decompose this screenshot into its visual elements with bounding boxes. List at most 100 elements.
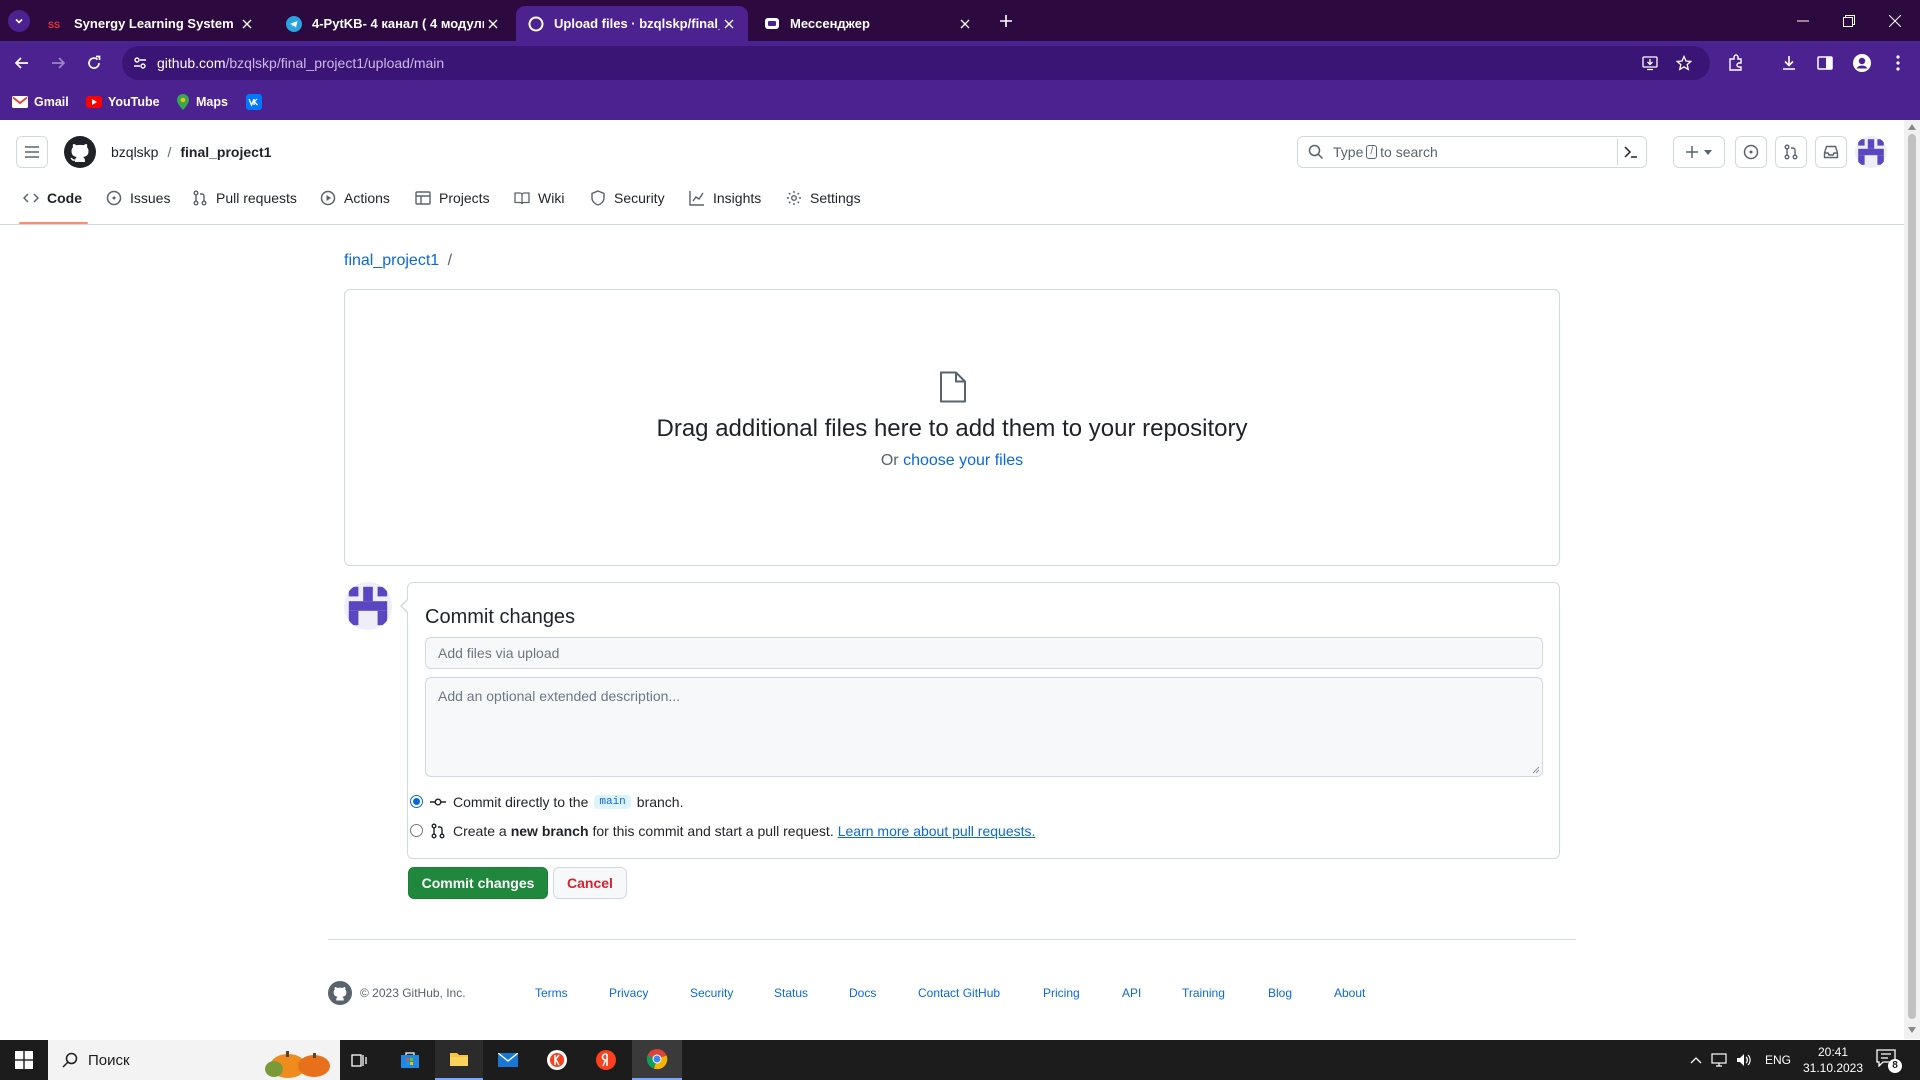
browser-tab[interactable]: Мессенджер	[752, 6, 984, 41]
browser-menu-button[interactable]	[1882, 47, 1914, 79]
tab-code[interactable]: Code	[23, 182, 82, 214]
commit-direct-radio[interactable]	[410, 795, 423, 808]
footer-link-blog[interactable]: Blog	[1268, 986, 1292, 1000]
taskbar-mail[interactable]	[484, 1040, 532, 1080]
tab-wiki[interactable]: Wiki	[514, 182, 564, 214]
bookmark-vk[interactable]	[246, 92, 262, 112]
commit-changes-button[interactable]: Commit changes	[408, 867, 548, 899]
choose-files-link[interactable]: choose your files	[903, 452, 1023, 469]
browser-tab[interactable]: 4-PytKB- 4 канал ( 4 модуль)	[274, 6, 512, 41]
tab-label: Actions	[344, 190, 390, 206]
github-logo[interactable]	[64, 136, 96, 168]
footer-link-pricing[interactable]: Pricing	[1043, 986, 1080, 1000]
scrollbar-thumb[interactable]	[1908, 134, 1916, 1019]
search-input[interactable]: Type / to search	[1297, 136, 1647, 168]
tab-issues[interactable]: Issues	[106, 182, 170, 214]
extensions-button[interactable]	[1720, 47, 1752, 79]
bookmark-maps[interactable]: Maps	[176, 92, 228, 112]
footer-link-status[interactable]: Status	[774, 986, 808, 1000]
notification-count: 8	[1888, 1059, 1902, 1073]
drop-zone-title: Drag additional files here to add them t…	[656, 415, 1248, 442]
site-info-icon[interactable]	[132, 55, 148, 71]
restore-button[interactable]	[1826, 0, 1872, 41]
taskbar-search[interactable]: Поиск	[48, 1040, 340, 1080]
user-avatar[interactable]	[1855, 136, 1887, 168]
git-pull-request-icon	[193, 190, 207, 206]
taskbar-yandex-browser[interactable]	[533, 1040, 581, 1080]
footer-link-docs[interactable]: Docs	[849, 986, 876, 1000]
mail-icon	[498, 1053, 518, 1067]
chevron-up-icon[interactable]	[1690, 1056, 1702, 1064]
github-logo-icon	[328, 981, 352, 1005]
minimize-button[interactable]	[1780, 0, 1826, 41]
commit-description-textarea[interactable]: Add an optional extended description...	[425, 677, 1543, 777]
page-scrollbar[interactable]	[1904, 120, 1920, 1039]
browser-tab[interactable]: SS Synergy Learning System	[36, 6, 266, 41]
taskbar-chrome[interactable]	[632, 1040, 682, 1080]
footer-github-logo[interactable]	[328, 981, 352, 1005]
footer-link-privacy[interactable]: Privacy	[609, 986, 648, 1000]
tab-title: Upload files · bzqlskp/final_pro	[554, 16, 720, 31]
breadcrumb-repo-link[interactable]: final_project1	[344, 252, 439, 269]
command-palette-icon[interactable]	[1624, 145, 1638, 159]
tab-search-button[interactable]	[8, 10, 30, 32]
side-panel-button[interactable]	[1809, 47, 1841, 79]
browser-tab-active[interactable]: Upload files · bzqlskp/final_pro	[516, 6, 748, 41]
scroll-up-icon[interactable]	[1908, 124, 1916, 130]
volume-icon[interactable]	[1736, 1053, 1752, 1067]
tab-insights[interactable]: Insights	[689, 182, 761, 214]
profile-button[interactable]	[1846, 47, 1878, 79]
create-new-button[interactable]	[1673, 136, 1725, 168]
tab-projects[interactable]: Projects	[415, 182, 490, 214]
network-icon[interactable]	[1711, 1053, 1727, 1067]
repo-name-link[interactable]: final_project1	[180, 144, 271, 160]
resize-handle-icon[interactable]	[1532, 766, 1540, 774]
github-icon	[528, 16, 544, 32]
issues-button[interactable]	[1735, 136, 1767, 168]
close-icon[interactable]	[238, 15, 256, 33]
taskbar-file-explorer[interactable]	[435, 1040, 483, 1080]
new-tab-button[interactable]	[994, 9, 1018, 33]
close-window-button[interactable]	[1872, 0, 1918, 41]
install-app-icon[interactable]	[1642, 55, 1658, 71]
start-button[interactable]	[0, 1040, 48, 1080]
language-indicator[interactable]: ENG	[1765, 1053, 1791, 1067]
footer-link-security[interactable]: Security	[690, 986, 733, 1000]
downloads-button[interactable]	[1773, 47, 1805, 79]
hamburger-button[interactable]	[16, 136, 48, 168]
bookmark-youtube[interactable]: YouTube	[86, 92, 160, 112]
scroll-down-icon[interactable]	[1908, 1027, 1916, 1033]
forward-button[interactable]	[42, 47, 74, 79]
tab-pull-requests[interactable]: Pull requests	[192, 182, 297, 214]
taskbar-yandex[interactable]	[582, 1040, 630, 1080]
learn-more-link[interactable]: Learn more about pull requests.	[838, 823, 1036, 839]
close-icon[interactable]	[720, 15, 738, 33]
inbox-button[interactable]	[1815, 136, 1847, 168]
task-view-button[interactable]	[336, 1040, 384, 1080]
clock[interactable]: 20:41 31.10.2023	[1800, 1044, 1866, 1076]
star-icon[interactable]	[1676, 55, 1692, 71]
tab-actions[interactable]: Actions	[320, 182, 390, 214]
bookmark-gmail[interactable]: Gmail	[12, 92, 69, 112]
footer-link-about[interactable]: About	[1334, 986, 1365, 1000]
commit-new-branch-radio[interactable]	[410, 824, 423, 837]
back-button[interactable]	[6, 47, 38, 79]
reload-button[interactable]	[78, 47, 110, 79]
close-icon[interactable]	[484, 15, 502, 33]
cancel-button[interactable]: Cancel	[553, 867, 627, 899]
tab-settings[interactable]: Settings	[786, 182, 861, 214]
close-icon[interactable]	[956, 15, 974, 33]
pull-requests-button[interactable]	[1775, 136, 1807, 168]
repo-owner-link[interactable]: bzqlskp	[111, 144, 158, 160]
commit-summary-input[interactable]: Add files via upload	[425, 637, 1543, 669]
footer-link-contact[interactable]: Contact GitHub	[918, 986, 1000, 1000]
footer-link-api[interactable]: API	[1122, 986, 1141, 1000]
footer-link-terms[interactable]: Terms	[535, 986, 568, 1000]
taskbar-store[interactable]	[386, 1040, 434, 1080]
tab-security[interactable]: Security	[590, 182, 665, 214]
footer-link-training[interactable]: Training	[1182, 986, 1225, 1000]
file-drop-zone[interactable]: Drag additional files here to add them t…	[344, 289, 1560, 566]
notification-center-button[interactable]: 8	[1876, 1049, 1904, 1073]
address-bar[interactable]: github.com/bzqlskp/final_project1/upload…	[122, 46, 1710, 80]
book-icon	[514, 192, 530, 205]
